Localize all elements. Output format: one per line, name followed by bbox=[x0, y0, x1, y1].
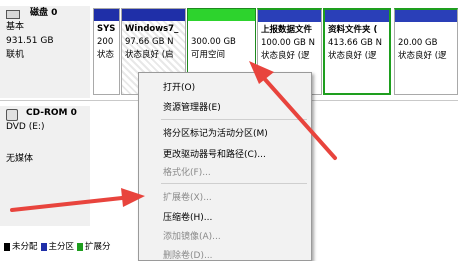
annotation-arrows bbox=[10, 61, 337, 212]
arrow-to-free-space bbox=[249, 61, 337, 160]
arrow-to-extend-volume bbox=[10, 188, 145, 212]
